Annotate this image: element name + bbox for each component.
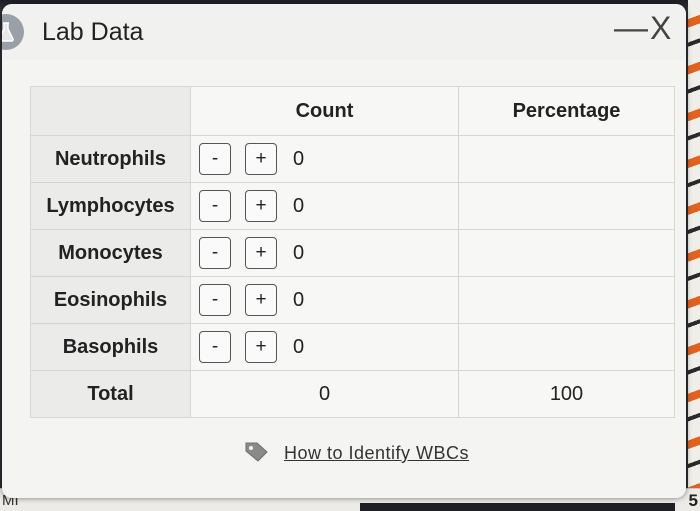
close-button[interactable]: X bbox=[650, 8, 671, 48]
table-row-monocytes: Monocytes - + 0 bbox=[30, 229, 675, 277]
decrement-button[interactable]: - bbox=[199, 190, 231, 222]
minimize-button[interactable]: — bbox=[614, 8, 648, 48]
count-cell: - + 0 bbox=[190, 182, 459, 230]
count-value: 0 bbox=[293, 194, 305, 217]
table-row-neutrophils: Neutrophils - + 0 bbox=[30, 135, 675, 183]
row-label: Monocytes bbox=[30, 229, 191, 277]
decrement-button[interactable]: - bbox=[199, 237, 231, 269]
decrement-button[interactable]: - bbox=[199, 284, 231, 316]
background-right bbox=[688, 0, 700, 511]
table-row-lymphocytes: Lymphocytes - + 0 bbox=[30, 182, 675, 230]
table-row-eosinophils: Eosinophils - + 0 bbox=[30, 276, 675, 324]
increment-button[interactable]: + bbox=[245, 143, 277, 175]
count-cell: - + 0 bbox=[190, 229, 459, 277]
percentage-cell bbox=[458, 135, 675, 183]
decrement-button[interactable]: - bbox=[199, 143, 231, 175]
increment-button[interactable]: + bbox=[245, 237, 277, 269]
title-bar: Lab Data — X bbox=[2, 4, 686, 60]
table-row-total: Total 0 100 bbox=[30, 370, 675, 418]
row-label: Lymphocytes bbox=[30, 182, 191, 230]
percentage-cell bbox=[458, 229, 675, 277]
total-percentage: 100 bbox=[458, 370, 675, 418]
percentage-cell bbox=[458, 323, 675, 371]
header-count: Count bbox=[190, 86, 459, 136]
row-label: Basophils bbox=[30, 323, 191, 371]
increment-button[interactable]: + bbox=[245, 190, 277, 222]
count-value: 0 bbox=[293, 147, 305, 170]
how-to-identify-link[interactable]: How to Identify WBCs bbox=[244, 440, 469, 467]
tag-icon bbox=[244, 440, 270, 467]
flask-icon bbox=[2, 14, 24, 50]
row-label: Neutrophils bbox=[30, 135, 191, 183]
lab-data-window: Lab Data — X Count Percentage Neutrophil… bbox=[2, 4, 686, 498]
percentage-cell bbox=[458, 276, 675, 324]
window-title: Lab Data bbox=[42, 18, 144, 46]
count-cell: - + 0 bbox=[190, 323, 459, 371]
increment-button[interactable]: + bbox=[245, 331, 277, 363]
background-right-text: 5 bbox=[688, 491, 698, 510]
percentage-cell bbox=[458, 182, 675, 230]
count-value: 0 bbox=[293, 288, 305, 311]
count-cell: - + 0 bbox=[190, 276, 459, 324]
wbc-count-table: Count Percentage Neutrophils - + 0 Lymph… bbox=[30, 86, 675, 418]
count-value: 0 bbox=[293, 241, 305, 264]
total-count: 0 bbox=[190, 370, 459, 418]
help-link-label[interactable]: How to Identify WBCs bbox=[284, 443, 469, 464]
count-value: 0 bbox=[293, 335, 305, 358]
row-label: Eosinophils bbox=[30, 276, 191, 324]
header-percentage: Percentage bbox=[458, 86, 675, 136]
increment-button[interactable]: + bbox=[245, 284, 277, 316]
total-label: Total bbox=[30, 370, 191, 418]
count-cell: - + 0 bbox=[190, 135, 459, 183]
decrement-button[interactable]: - bbox=[199, 331, 231, 363]
table-header-row: Count Percentage bbox=[30, 86, 675, 136]
table-row-basophils: Basophils - + 0 bbox=[30, 323, 675, 371]
header-corner bbox=[30, 86, 191, 136]
